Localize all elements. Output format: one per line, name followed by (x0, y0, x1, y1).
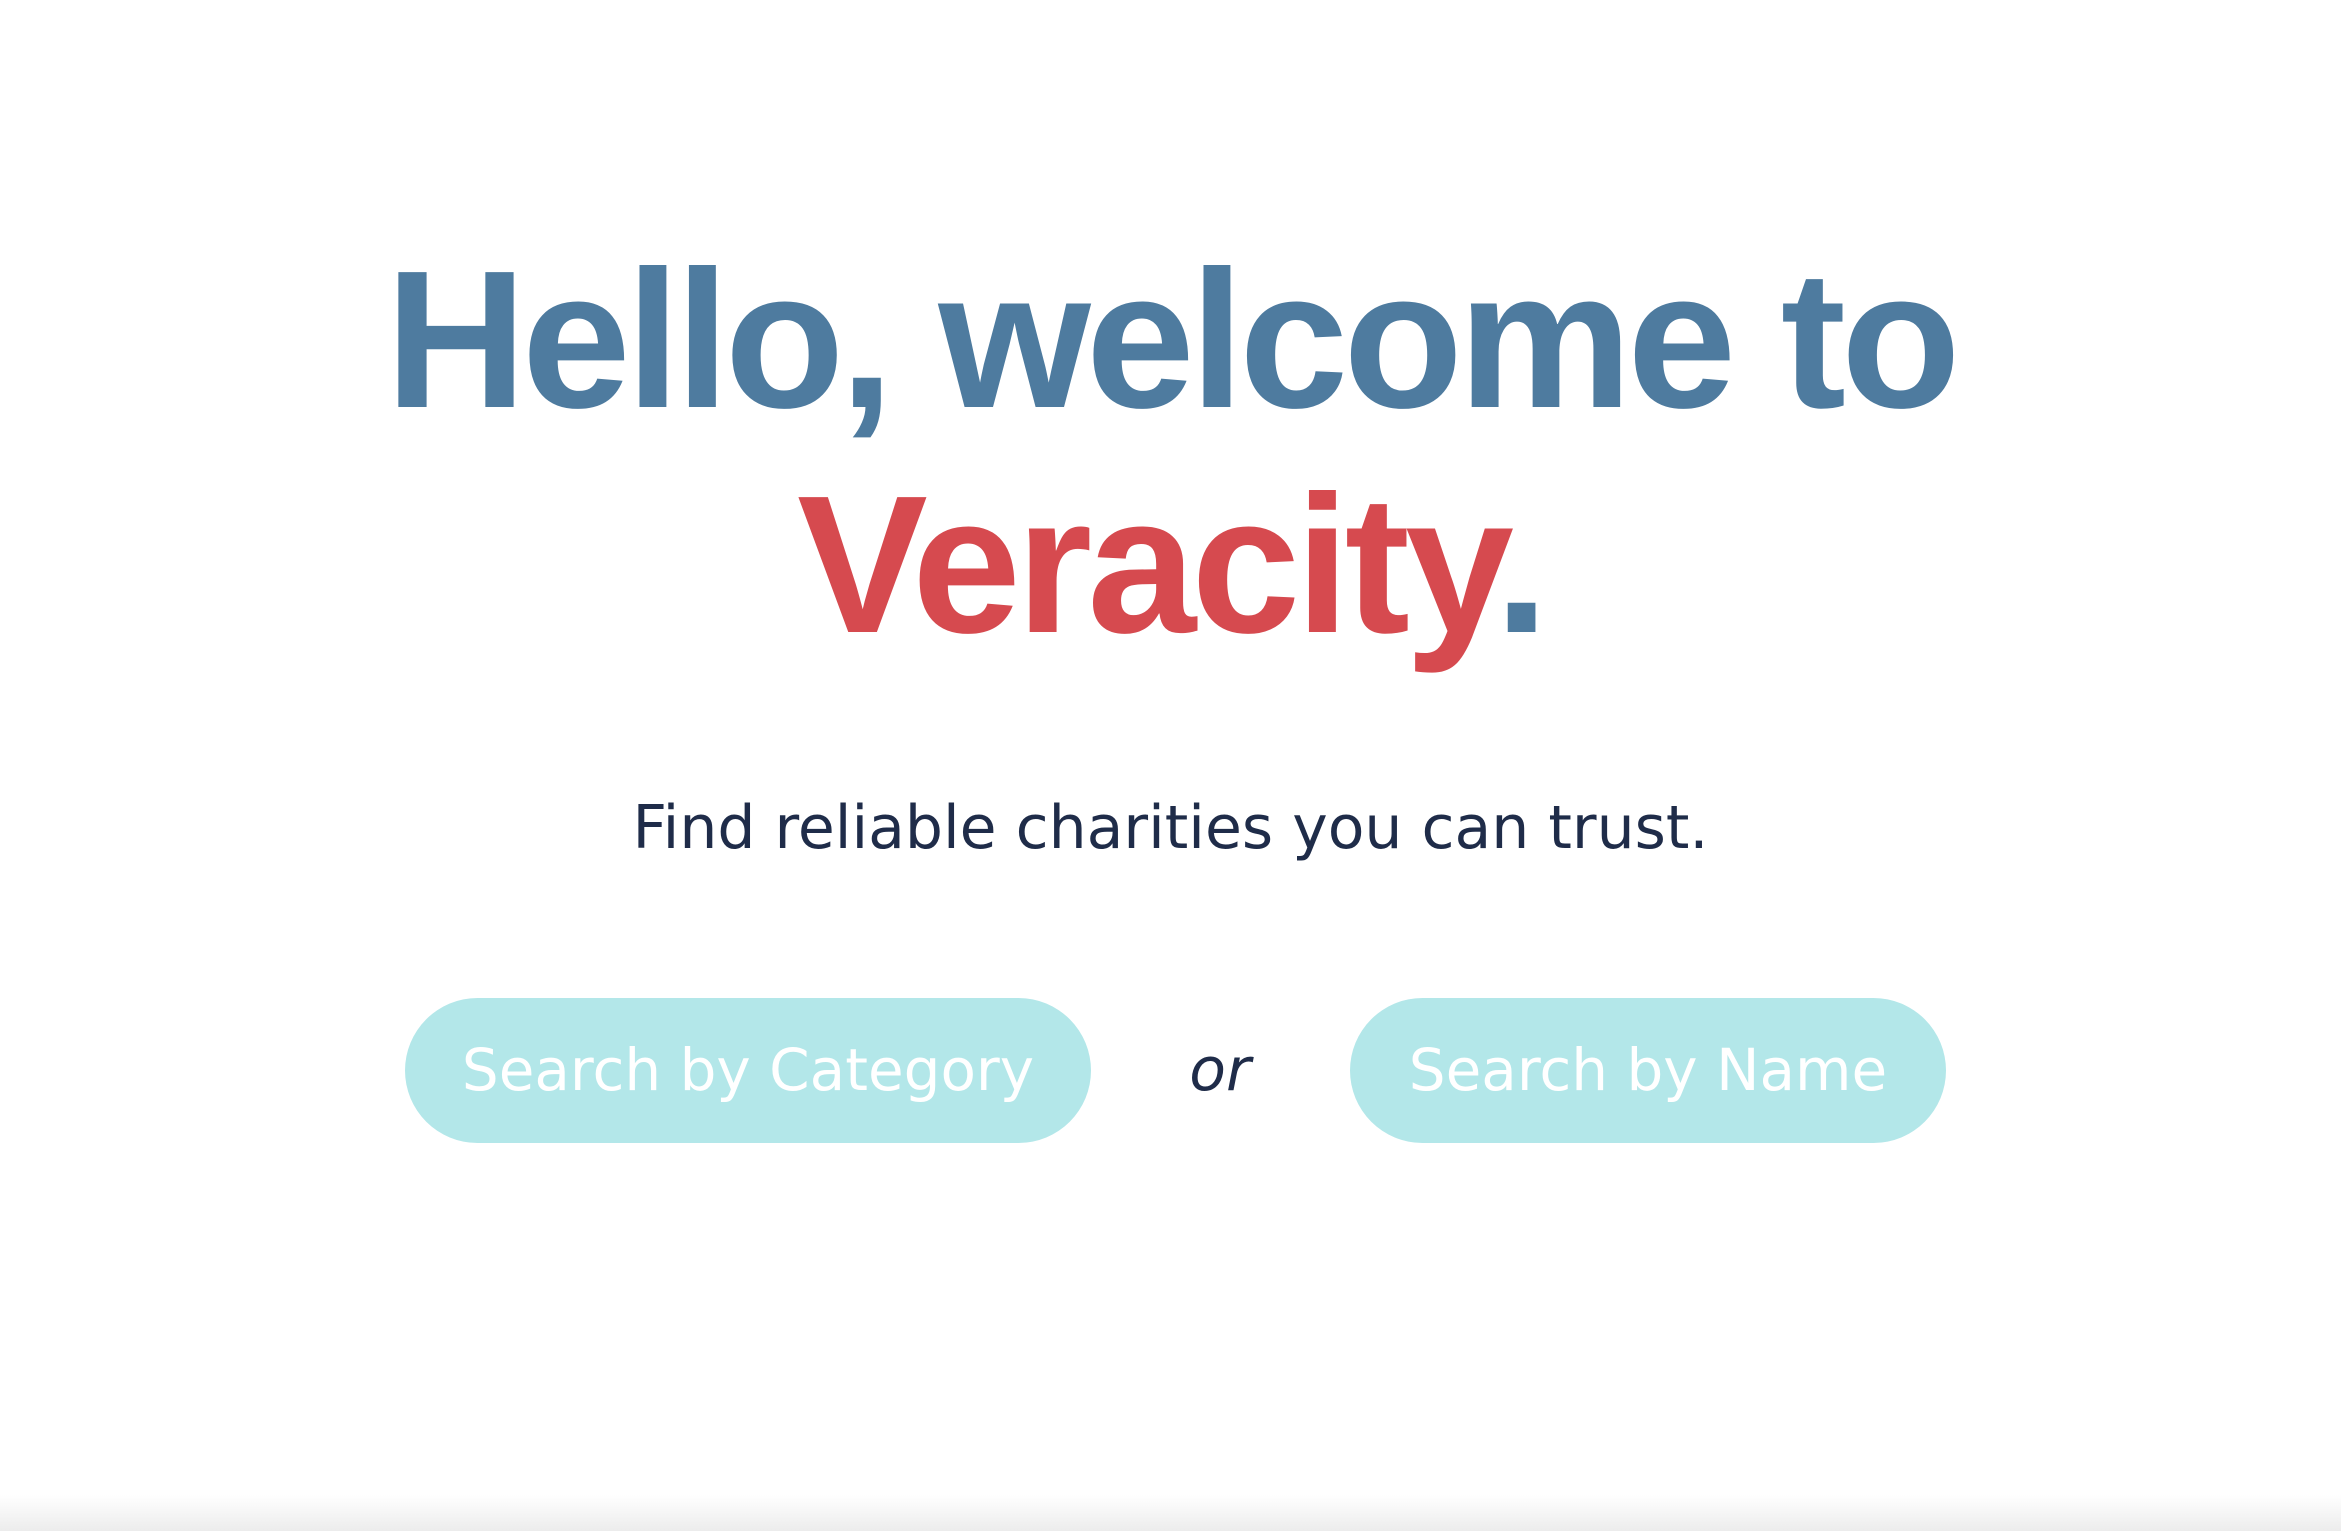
landing-hero: Hello, welcome to Veracity. Find reliabl… (0, 0, 2341, 1531)
search-by-name-button[interactable]: Search by Name (1350, 998, 1946, 1143)
search-by-category-button[interactable]: Search by Category (405, 998, 1091, 1143)
tagline: Find reliable charities you can trust. (632, 793, 1709, 863)
or-separator: or (1189, 1035, 1251, 1105)
brand-period: . (1494, 455, 1549, 674)
headline-brand-line: Veracity. (0, 455, 2341, 675)
brand-name: Veracity (797, 455, 1499, 674)
headline-greeting: Hello, welcome to (385, 230, 1960, 449)
bottom-edge-shadow (0, 1495, 2341, 1531)
